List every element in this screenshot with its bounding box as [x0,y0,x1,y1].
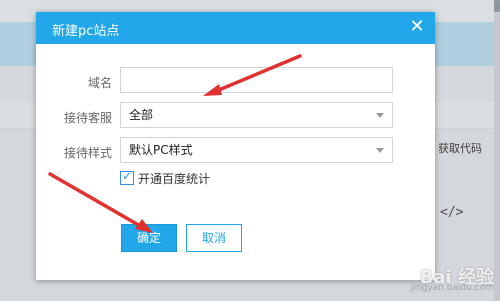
confirm-button[interactable]: 确定 [121,224,177,252]
style-select[interactable]: 默认PC样式 [120,137,393,163]
chevron-down-icon [376,148,384,153]
baidu-jingyan-watermark: Bai 经验 jingyan.baidu.com [364,263,494,297]
style-label: 接待样式 [63,146,112,160]
dialog-header: 新建pc站点 ✕ [36,12,435,44]
cancel-button[interactable]: 取消 [186,224,242,252]
style-select-value: 默认PC样式 [129,143,193,157]
checkmark-icon: ✓ [122,169,133,183]
new-pc-site-dialog: 新建pc站点 ✕ 域名 接待客服 全部 接待样式 默认PC样式 ✓ 开通百度统计… [36,12,435,280]
domain-input[interactable] [120,67,393,93]
close-icon[interactable]: ✕ [407,17,427,37]
domain-label: 域名 [87,76,112,90]
baidu-stats-checkbox[interactable]: ✓ [120,169,134,185]
chevron-down-icon [376,113,384,118]
service-select-value: 全部 [129,108,154,122]
service-select[interactable]: 全部 [120,102,393,128]
service-label: 接待客服 [63,111,112,125]
watermark-url: jingyan.baidu.com [410,283,494,293]
dialog-title: 新建pc站点 [52,24,120,39]
baidu-stats-label: 开通百度统计 [138,172,211,186]
